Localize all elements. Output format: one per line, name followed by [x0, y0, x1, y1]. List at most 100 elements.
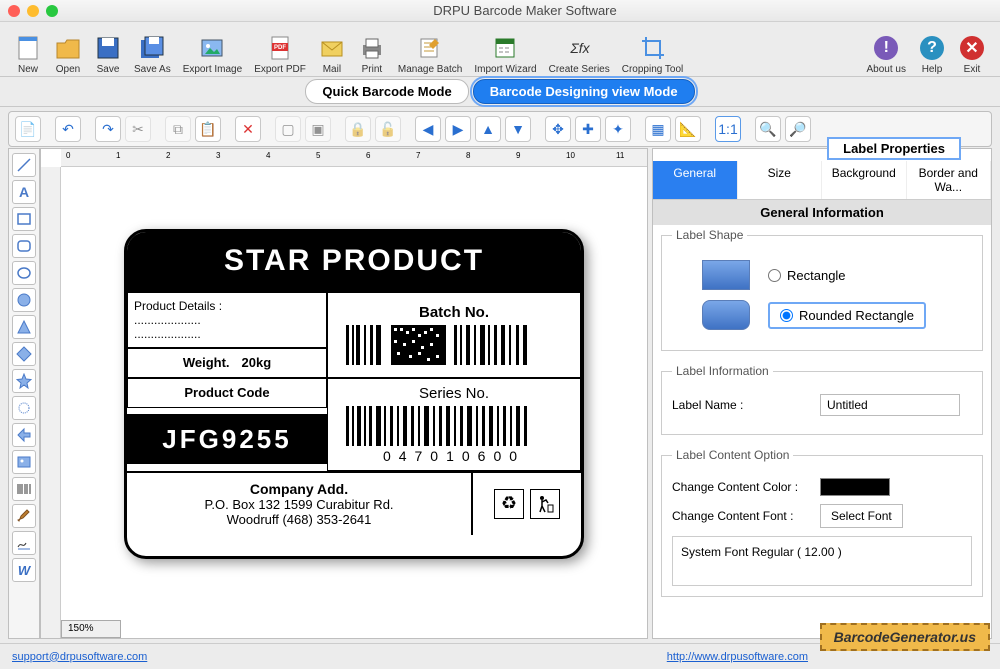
- document-icon[interactable]: 📄: [15, 116, 41, 142]
- svg-text:Σfx: Σfx: [570, 40, 591, 56]
- rect-preview-icon: [702, 260, 750, 290]
- tab-size[interactable]: Size: [738, 161, 823, 199]
- properties-title: Label Properties: [827, 137, 961, 160]
- import-wizard-button[interactable]: Import Wizard: [468, 23, 542, 75]
- close-window-icon[interactable]: [8, 5, 20, 17]
- zoom-level[interactable]: 150%: [61, 620, 121, 638]
- minimize-window-icon[interactable]: [27, 5, 39, 17]
- help-icon: ?: [918, 34, 946, 62]
- label-title: STAR PRODUCT: [127, 232, 581, 290]
- line-tool-icon[interactable]: [12, 153, 36, 177]
- send-back-icon[interactable]: ▣: [305, 116, 331, 142]
- export-image-button[interactable]: Export Image: [177, 23, 248, 75]
- copy-icon[interactable]: ⧉: [165, 116, 191, 142]
- star-tool-icon[interactable]: [12, 369, 36, 393]
- grid-icon[interactable]: ▦: [645, 116, 671, 142]
- help-button[interactable]: ?Help: [912, 23, 952, 75]
- svg-text:PDF: PDF: [274, 45, 286, 51]
- zoom-in-icon[interactable]: 🔍: [755, 116, 781, 142]
- tab-general[interactable]: General: [653, 161, 738, 199]
- manage-batch-button[interactable]: Manage Batch: [392, 23, 469, 75]
- puzzle2-icon[interactable]: ✦: [605, 116, 631, 142]
- text-tool-icon[interactable]: A: [12, 180, 36, 204]
- arrow-tool-icon[interactable]: [12, 423, 36, 447]
- content-color-swatch[interactable]: [820, 478, 890, 496]
- signature-tool-icon[interactable]: [12, 531, 36, 555]
- properties-panel: Label Properties General Size Background…: [652, 148, 992, 639]
- brand-watermark: BarcodeGenerator.us: [820, 623, 990, 651]
- series-barcode-icon: [346, 406, 562, 446]
- window-controls: [8, 5, 58, 17]
- rounded-rectangle-radio[interactable]: Rounded Rectangle: [768, 302, 926, 329]
- tab-quick-mode[interactable]: Quick Barcode Mode: [305, 79, 468, 104]
- save-button[interactable]: Save: [88, 23, 128, 75]
- image-tool-icon[interactable]: [12, 450, 36, 474]
- horizontal-ruler: 01234567891011: [61, 149, 647, 167]
- delete-icon[interactable]: ✕: [235, 116, 261, 142]
- rectangle-radio[interactable]: Rectangle: [768, 268, 846, 283]
- barcode-tool-icon[interactable]: [12, 477, 36, 501]
- support-link[interactable]: support@drpusoftware.com: [12, 651, 147, 663]
- exit-button[interactable]: ✕Exit: [952, 23, 992, 75]
- zoom-out-icon[interactable]: 🔎: [785, 116, 811, 142]
- unlock-icon[interactable]: 🔓: [375, 116, 401, 142]
- maximize-window-icon[interactable]: [46, 5, 58, 17]
- series-cell: Series No. 047010600: [327, 378, 581, 471]
- pdf-icon: PDF: [266, 34, 294, 62]
- arrow-left-icon[interactable]: ◀: [415, 116, 441, 142]
- section-heading: General Information: [653, 200, 991, 225]
- undo-icon[interactable]: ↶: [55, 116, 81, 142]
- svg-text:W: W: [18, 563, 32, 578]
- arrow-down-icon[interactable]: ▼: [505, 116, 531, 142]
- diamond-tool-icon[interactable]: [12, 342, 36, 366]
- select-font-button[interactable]: Select Font: [820, 504, 903, 528]
- recycle-icon: ♻: [494, 489, 524, 519]
- website-link[interactable]: http://www.drpusoftware.com: [667, 651, 808, 663]
- bring-front-icon[interactable]: ▢: [275, 116, 301, 142]
- tab-background[interactable]: Background: [822, 161, 907, 199]
- create-series-button[interactable]: ΣfxCreate Series: [543, 23, 616, 75]
- mail-button[interactable]: Mail: [312, 23, 352, 75]
- ellipse-tool-icon[interactable]: [12, 261, 36, 285]
- cut-icon[interactable]: ✂: [125, 116, 151, 142]
- arrow-up-icon[interactable]: ▲: [475, 116, 501, 142]
- label-shape-group: Label Shape Rectangle Rounded Rectangle: [661, 235, 983, 351]
- tab-border[interactable]: Border and Wa...: [907, 161, 992, 199]
- rect-tool-icon[interactable]: [12, 207, 36, 231]
- save-icon: [94, 34, 122, 62]
- series-number: 047010600: [383, 448, 525, 464]
- circle-tool-icon[interactable]: [12, 288, 36, 312]
- burst-tool-icon[interactable]: [12, 396, 36, 420]
- series-icon: Σfx: [565, 34, 593, 62]
- triangle-tool-icon[interactable]: [12, 315, 36, 339]
- ruler-icon[interactable]: 📐: [675, 116, 701, 142]
- company-address: Company Add. P.O. Box 132 1599 Curabitur…: [127, 473, 471, 535]
- canvas-area[interactable]: STAR PRODUCT Product Details : .........…: [61, 167, 647, 620]
- tab-design-mode[interactable]: Barcode Designing view Mode: [473, 79, 695, 104]
- weight-cell: Weight.20kg: [127, 348, 327, 378]
- open-button[interactable]: Open: [48, 23, 88, 75]
- export-pdf-button[interactable]: PDFExport PDF: [248, 23, 312, 75]
- puzzle-icon[interactable]: ✚: [575, 116, 601, 142]
- cropping-tool-button[interactable]: Cropping Tool: [616, 23, 690, 75]
- main-toolbar: New Open Save Save As Export Image PDFEx…: [0, 22, 1000, 77]
- redo-icon[interactable]: ↷: [95, 116, 121, 142]
- new-button[interactable]: New: [8, 23, 48, 75]
- pen-tool-icon[interactable]: [12, 504, 36, 528]
- actual-size-icon[interactable]: 1:1: [715, 116, 741, 142]
- wordart-tool-icon[interactable]: W: [12, 558, 36, 582]
- window-title: DRPU Barcode Maker Software: [58, 3, 992, 18]
- label-preview[interactable]: STAR PRODUCT Product Details : .........…: [124, 229, 584, 559]
- print-button[interactable]: Print: [352, 23, 392, 75]
- move-icon[interactable]: ✥: [545, 116, 571, 142]
- roundrect-tool-icon[interactable]: [12, 234, 36, 258]
- paste-icon[interactable]: 📋: [195, 116, 221, 142]
- workspace: A W 01234567891011 STAR PRODUCT Product …: [8, 148, 992, 639]
- arrow-right-icon[interactable]: ▶: [445, 116, 471, 142]
- about-button[interactable]: !About us: [861, 23, 912, 75]
- open-icon: [54, 34, 82, 62]
- saveas-button[interactable]: Save As: [128, 23, 177, 75]
- lock-icon[interactable]: 🔒: [345, 116, 371, 142]
- product-code-value-cell: JFG9255: [127, 414, 327, 464]
- label-name-input[interactable]: [820, 394, 960, 416]
